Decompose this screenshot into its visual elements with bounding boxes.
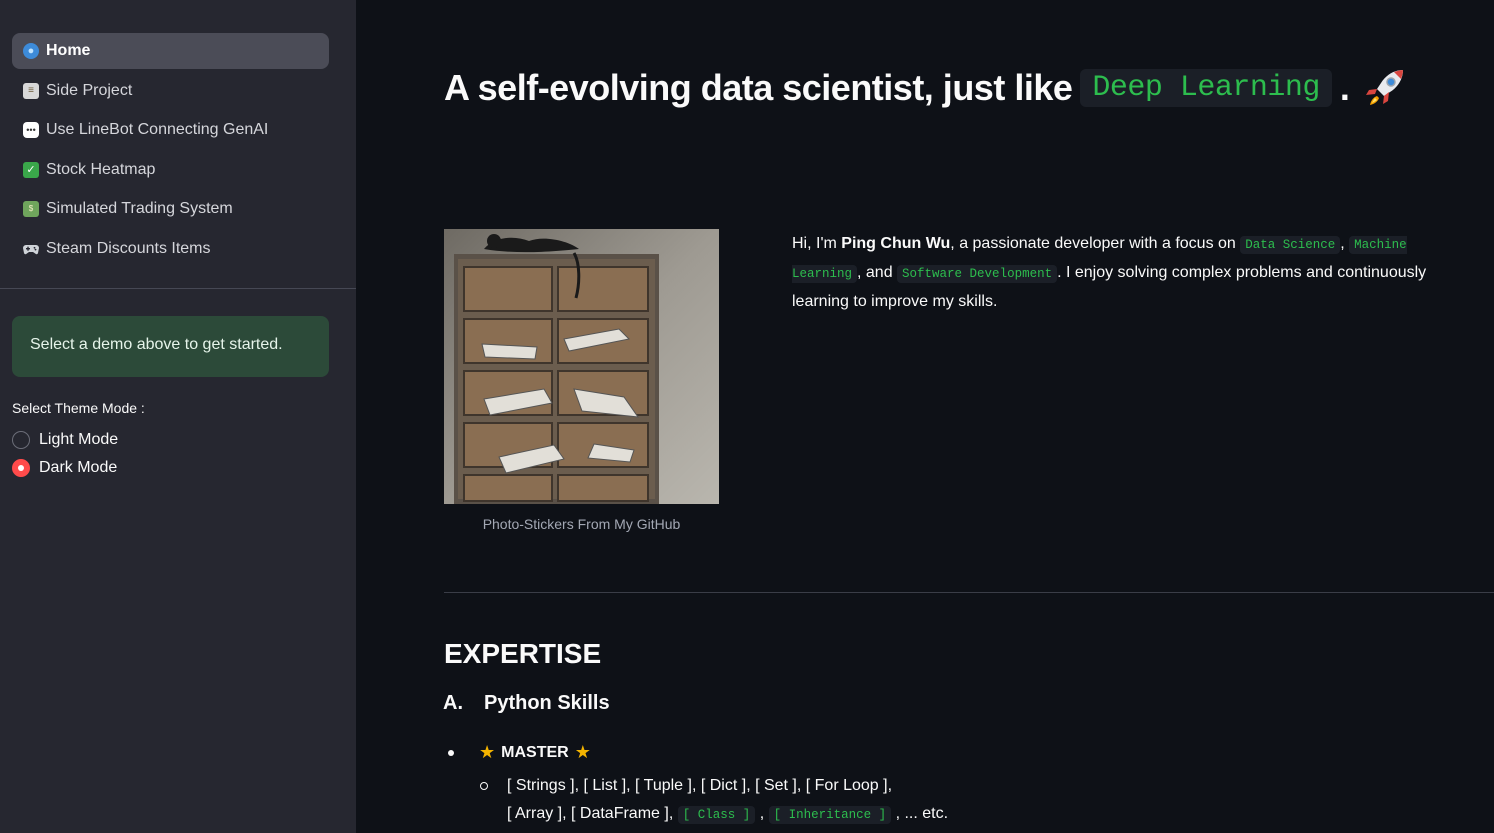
intro-text: , a passionate developer with a focus on <box>950 235 1241 252</box>
nav-item-steam-discounts[interactable]: Steam Discounts Items <box>12 231 329 267</box>
radio-button-selected[interactable] <box>12 459 30 477</box>
game-controller-icon <box>23 241 39 257</box>
nav-item-trading-system[interactable]: $ Simulated Trading System <box>12 191 329 227</box>
sidebar-nav: ● Home ≡ Side Project ••• Use LineBot Co… <box>12 33 329 270</box>
nav-item-label: Simulated Trading System <box>46 200 233 217</box>
radio-option-label: Dark Mode <box>39 459 118 476</box>
expertise-heading: EXPERTISE <box>444 638 602 669</box>
intro-paragraph: Hi, I'm Ping Chun Wu, a passionate devel… <box>792 230 1464 316</box>
inline-code-class: [ Class ] <box>677 806 756 824</box>
skills-line-2: [ Array ], [ DataFrame ], [ Class ] , [ … <box>507 800 948 829</box>
star-icon: ★ <box>479 742 496 762</box>
nav-item-label: Steam Discounts Items <box>46 239 211 257</box>
master-bullet: ★ MASTER ★ <box>448 742 591 763</box>
nav-item-label: Home <box>46 42 91 59</box>
intro-text: , and <box>857 264 898 281</box>
radio-button[interactable] <box>12 431 30 449</box>
skills-tail: , ... etc. <box>895 805 949 822</box>
inline-code-inheritance: [ Inheritance ] <box>768 806 892 824</box>
inline-code-data-science: Data Science <box>1240 236 1341 254</box>
intro-text: , <box>1340 235 1350 252</box>
globe-icon: ● <box>23 43 39 59</box>
python-skills-heading: A. Python Skills <box>443 692 610 715</box>
skills-text: [ Array ], [ DataFrame ], <box>507 805 674 822</box>
section-divider <box>444 592 1494 593</box>
theme-radio-label: Select Theme Mode : <box>12 400 145 416</box>
page-title: A self-evolving data scientist, just lik… <box>444 66 1407 110</box>
nav-item-stock-heatmap[interactable]: ✓ Stock Heatmap <box>12 152 329 188</box>
section-letter: A. <box>443 692 463 714</box>
bullet-dot <box>448 749 454 756</box>
check-mark-icon: ✓ <box>23 161 39 178</box>
rocket-icon <box>1363 66 1407 110</box>
main-content: A self-evolving data scientist, just lik… <box>356 0 1494 833</box>
skills-sep: , <box>759 805 765 822</box>
radio-dark-mode[interactable]: Dark Mode <box>12 457 117 479</box>
nav-item-label: Use LineBot Connecting GenAI <box>46 121 269 138</box>
section-title: Python Skills <box>484 692 610 714</box>
radio-light-mode[interactable]: Light Mode <box>12 429 118 451</box>
star-icon: ★ <box>574 742 591 762</box>
speech-bubble-icon: ••• <box>23 122 39 138</box>
skills-line-1: [ Strings ], [ List ], [ Tuple ], [ Dict… <box>507 777 893 794</box>
title-period: . <box>1339 67 1350 108</box>
profile-photo <box>444 229 719 504</box>
author-name: Ping Chun Wu <box>841 235 951 252</box>
inline-code-software-development: Software Development <box>897 265 1058 283</box>
info-text: Select a demo above to get started. <box>30 336 283 353</box>
sidebar: ● Home ≡ Side Project ••• Use LineBot Co… <box>0 0 356 833</box>
photo-caption: Photo-Stickers From My GitHub <box>482 516 681 532</box>
nav-item-label: Side Project <box>46 81 133 99</box>
title-text: A self-evolving data scientist, just lik… <box>444 67 1073 108</box>
nav-item-side-project[interactable]: ≡ Side Project <box>12 73 329 109</box>
intro-text: Hi, I'm <box>792 235 842 252</box>
nav-item-label: Stock Heatmap <box>46 160 156 178</box>
clipboard-icon: ≡ <box>23 82 39 99</box>
bullet-circle <box>480 782 488 790</box>
info-message: Select a demo above to get started. <box>12 316 329 377</box>
nav-item-home[interactable]: ● Home <box>12 33 329 69</box>
skills-list-item: [ Strings ], [ List ], [ Tuple ], [ Dict… <box>480 772 948 829</box>
title-code-highlight: Deep Learning <box>1080 69 1332 107</box>
master-label: MASTER <box>501 743 569 761</box>
radio-option-label: Light Mode <box>39 431 119 448</box>
nav-item-linebot[interactable]: ••• Use LineBot Connecting GenAI <box>12 112 329 148</box>
sidebar-divider <box>0 288 356 289</box>
banknote-icon: $ <box>23 201 39 217</box>
